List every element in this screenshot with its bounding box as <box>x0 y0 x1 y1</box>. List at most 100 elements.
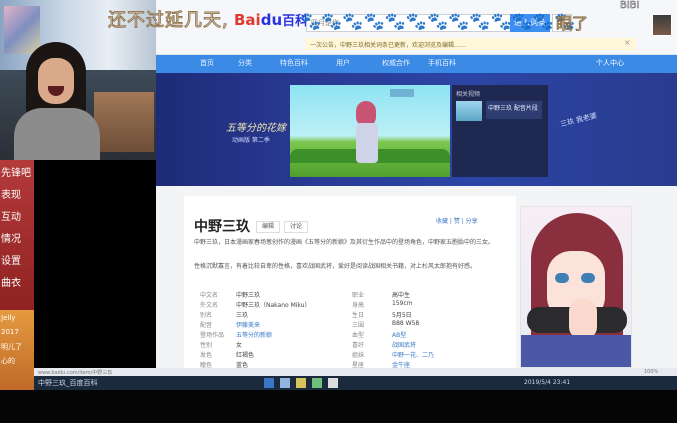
screen: 先锋吧 表现 互动 情况 设置 曲衣 Jelly 2017 明儿了 心的 Bai… <box>0 0 677 423</box>
info-key: 外文名 <box>200 302 219 309</box>
related-thumbnail[interactable] <box>456 101 482 121</box>
info-link[interactable]: AB型 <box>392 330 406 339</box>
main-content: 中野三玖 编辑 讨论 收藏 | 赞 | 分享 中野三玖，日本漫画家春场葱创作的漫… <box>156 186 677 376</box>
summary-paragraph: 中野三玖，日本漫画家春场葱创作的漫画《五等分的新娘》及其衍生作品中的登场角色，中… <box>194 239 495 246</box>
info-value: 5月5日 <box>392 312 412 319</box>
left-overlay-menu: 先锋吧 表现 互动 情况 设置 曲衣 <box>0 160 34 310</box>
logo-text: Bai <box>234 11 261 29</box>
portrait-eye-left <box>555 273 569 283</box>
portrait-eye-right <box>581 273 595 283</box>
nav-user-center[interactable]: 个人中心 <box>596 58 624 68</box>
danmaku-emojis: 🐾🐾🐾🐾🐾🐾🐾🐾🐾🐾🐾🐾🐾 <box>300 12 576 32</box>
info-row: 外文名 中野三玖（Nakano Miku） 身高 159cm <box>194 300 508 310</box>
app-icon[interactable] <box>328 378 338 388</box>
overlay-item: 曲衣 <box>1 278 21 288</box>
overlay-line: 2017 <box>1 328 19 336</box>
info-link[interactable]: 中野一花、二乃 <box>392 350 434 359</box>
info-row: 发色 红褐色 姐妹 中野一花、二乃 <box>194 350 508 360</box>
related-item-label[interactable]: 中野三玖 配音片段 <box>486 101 542 119</box>
overlay-item: 情况 <box>1 234 21 244</box>
info-key: 姐妹 <box>352 352 365 359</box>
danmaku-comment: 眼了 <box>555 14 589 34</box>
info-link[interactable]: 五等分的新娘 <box>236 330 272 339</box>
description-paragraph: 性格沉默寡言，有着比较自卑的性格，喜欢战国武将，爱好是阅读战国相关书籍，对上杉风… <box>194 263 477 270</box>
discuss-button[interactable]: 讨论 <box>284 221 308 233</box>
info-key: 三围 <box>352 322 365 329</box>
page-title: 中野三玖 <box>194 219 250 235</box>
danmaku-comment: 还不过延几天, <box>108 10 229 32</box>
info-row: 配音 伊藤美来 三围 B88 W58 <box>194 320 508 330</box>
browser-icon[interactable] <box>264 378 274 388</box>
info-row: 别名 三玖 生日 5月5日 <box>194 310 508 320</box>
info-value: 红褐色 <box>236 352 255 359</box>
info-value: 中野三玖（Nakano Miku） <box>236 302 311 309</box>
info-key: 发色 <box>200 352 213 359</box>
info-value: 159cm <box>392 300 413 307</box>
nav-item-user[interactable]: 用户 <box>336 58 350 68</box>
avatar[interactable] <box>652 14 672 36</box>
video-letterbox <box>0 390 677 423</box>
info-link[interactable]: 伊藤美来 <box>236 320 260 329</box>
app-icon[interactable] <box>312 378 322 388</box>
hero-banner: 五等分的花嫁 动画版 第二季 相关视频 中野三玖 配音片段 三玖 我老婆 <box>156 73 677 186</box>
video-character-body <box>356 123 378 163</box>
notice-bar: 一次公告，中野三玖相关词条已更新，欢迎浏览及编辑…… <box>306 38 636 50</box>
info-key: 别名 <box>200 312 213 319</box>
info-row: 中文名 中野三玖 职业 高中生 <box>194 290 508 300</box>
taskbar-window-title[interactable]: 中野三玖_百度百科 <box>38 378 98 388</box>
shelf <box>94 92 154 152</box>
nav-item-home[interactable]: 首页 <box>200 58 214 68</box>
streamer-face <box>38 58 74 104</box>
close-icon[interactable]: × <box>624 38 631 47</box>
overlay-line: 心的 <box>1 357 15 365</box>
info-link[interactable]: 战国武将 <box>392 340 416 349</box>
folder-icon[interactable] <box>280 378 290 388</box>
info-key: 生日 <box>352 312 365 319</box>
edit-button[interactable]: 编辑 <box>256 221 280 233</box>
article-tools[interactable]: 收藏 | 赞 | 分享 <box>436 216 478 225</box>
nav-item-authority[interactable]: 权威合作 <box>382 58 410 68</box>
nav-bar: 首页 分类 特色百科 用户 权威合作 手机百科 个人中心 <box>156 55 677 73</box>
overlay-line: Jelly <box>1 314 16 322</box>
left-overlay: 先锋吧 表现 互动 情况 设置 曲衣 Jelly 2017 明儿了 心的 <box>0 160 34 390</box>
info-key: 登场作品 <box>200 332 225 339</box>
info-row: 性别 女 喜好 战国武将 <box>194 340 508 350</box>
info-key: 配音 <box>200 322 213 329</box>
portrait-coat <box>521 335 631 367</box>
handwritten-note: 三玖 我老婆 <box>559 111 598 129</box>
taskbar-clock: 2019/5/4 23:41 <box>524 379 571 386</box>
baidu-logo[interactable]: Baidu百科 <box>234 10 308 29</box>
browser-status-bar: www.baidu.com/item/中野三玖 100% <box>34 368 677 376</box>
streamer <box>14 42 100 160</box>
overlay-item: 设置 <box>1 256 21 266</box>
corner-watermark: BIBI <box>620 0 640 11</box>
nav-item-category[interactable]: 分类 <box>238 58 252 68</box>
info-value: B88 W58 <box>392 320 420 327</box>
status-zoom: 100% <box>644 369 659 375</box>
overlay-line: 明儿了 <box>1 343 22 351</box>
character-portrait[interactable] <box>520 206 632 368</box>
taskbar: 中野三玖_百度百科 2019/5/4 23:41 <box>34 376 677 390</box>
overlay-item: 互动 <box>1 212 21 222</box>
info-value: 女 <box>236 342 243 349</box>
related-video-panel: 相关视频 中野三玖 配音片段 <box>452 85 548 177</box>
info-key: 职业 <box>352 292 365 299</box>
nav-item-featured[interactable]: 特色百科 <box>280 58 308 68</box>
video-player[interactable] <box>290 85 450 177</box>
streamer-body <box>14 108 100 160</box>
info-value: 中野三玖 <box>236 292 261 299</box>
left-overlay-lower: Jelly 2017 明儿了 心的 <box>0 310 34 390</box>
info-value: 高中生 <box>392 292 411 299</box>
status-url: www.baidu.com/item/中野三玖 <box>38 370 113 376</box>
banner-title: 五等分的花嫁 <box>226 123 286 134</box>
article-card: 中野三玖 编辑 讨论 收藏 | 赞 | 分享 中野三玖，日本漫画家春场葱创作的漫… <box>184 196 516 376</box>
overlay-item: 先锋吧 <box>1 168 31 178</box>
overlay-item: 表现 <box>1 190 21 200</box>
info-key: 喜好 <box>352 342 365 349</box>
info-key: 血型 <box>352 332 365 339</box>
app-icon[interactable] <box>296 378 306 388</box>
nav-item-mobile[interactable]: 手机百科 <box>428 58 456 68</box>
info-key: 性别 <box>200 342 213 349</box>
related-header: 相关视频 <box>456 91 481 98</box>
info-value: 三玖 <box>236 312 249 319</box>
